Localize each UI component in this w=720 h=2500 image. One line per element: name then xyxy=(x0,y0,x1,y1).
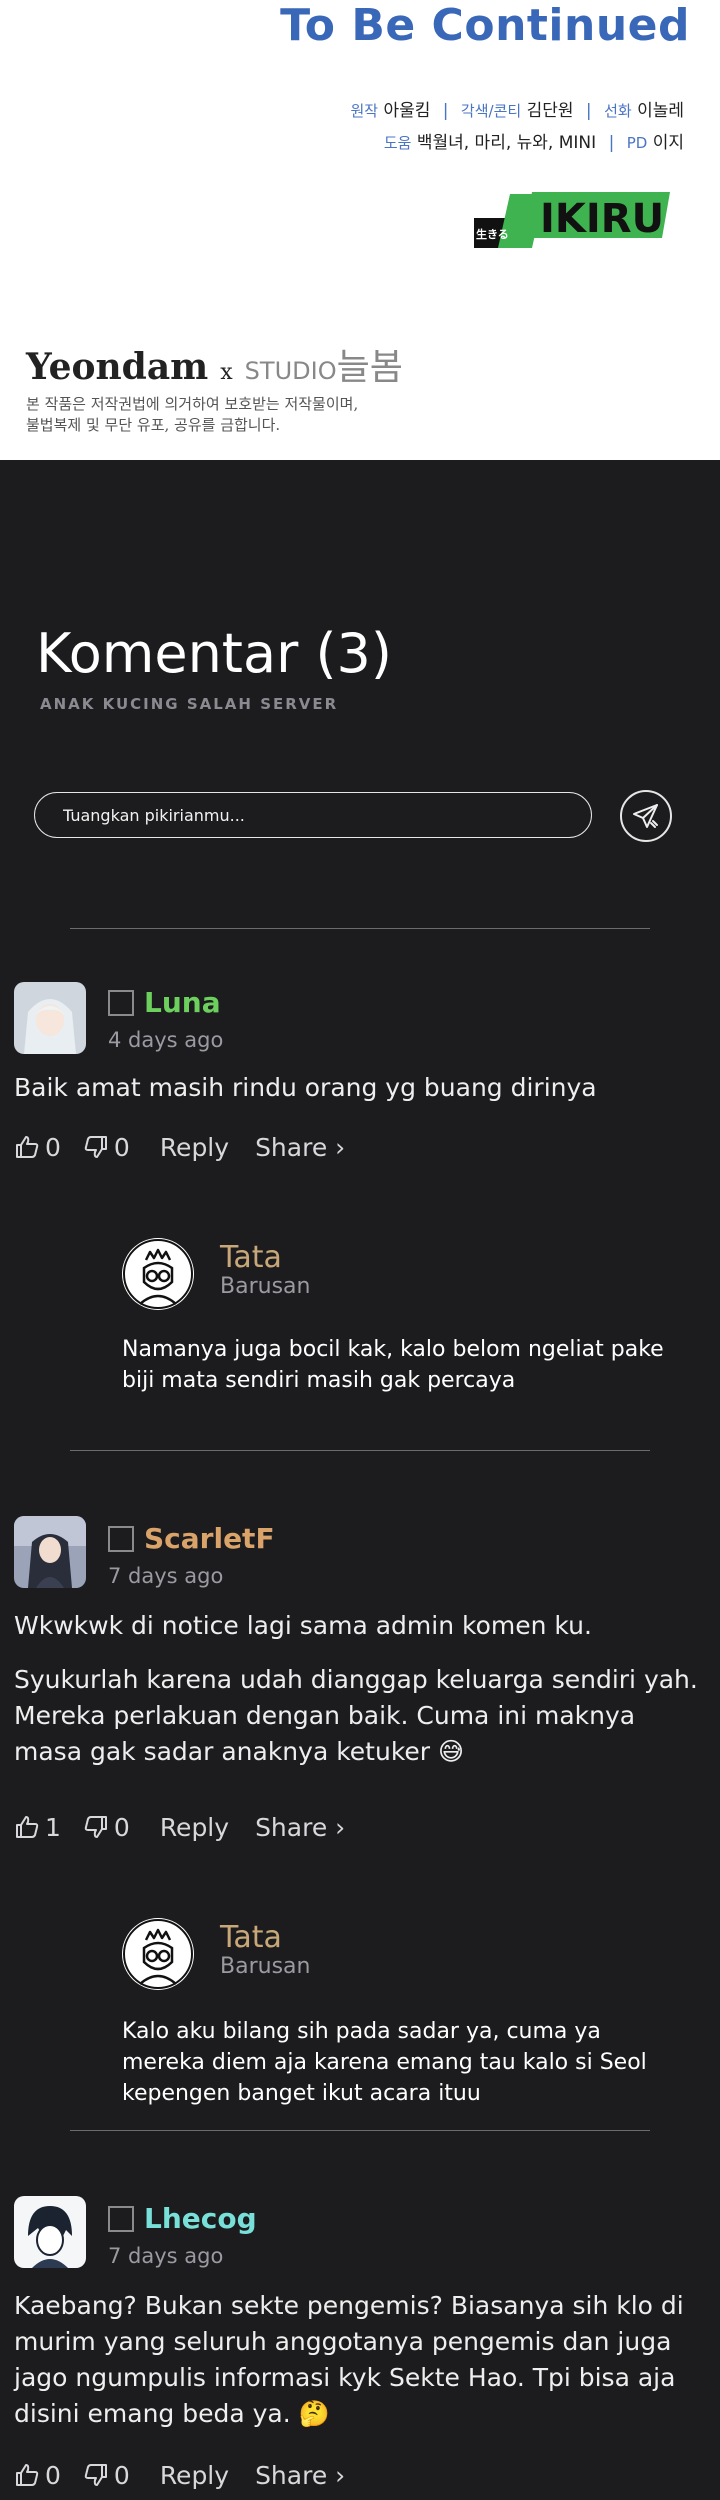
credit-separator: | xyxy=(608,133,615,153)
comment-actions: 0 0 Reply Share › xyxy=(14,1130,345,1164)
comment-username[interactable]: Lhecog xyxy=(144,2202,257,2235)
section-divider xyxy=(70,928,650,929)
comment-divider xyxy=(70,1450,650,1451)
thumbs-down-icon xyxy=(83,1814,109,1840)
comment-input-box[interactable] xyxy=(34,792,592,838)
reply-button[interactable]: Reply xyxy=(160,2461,229,2490)
credit-value: 이놀레 xyxy=(637,101,684,121)
copyright-notice: 본 작품은 저작권법에 의거하여 보호받는 저작물이며, 불법복제 및 무단 유… xyxy=(26,395,359,434)
send-paper-plane-icon xyxy=(631,801,661,831)
credits-line-1: 원작 아울킴 | 각색/콘티 김단원 | 선화 이놀레 xyxy=(350,96,684,121)
dislike-count: 0 xyxy=(113,1132,130,1162)
reply-time: Barusan xyxy=(220,1274,311,1299)
like-button[interactable] xyxy=(14,2462,40,2488)
comment-actions: 1 0 Reply Share › xyxy=(14,1810,345,1844)
reply-button[interactable]: Reply xyxy=(160,1133,229,1162)
credit-label: 원작 xyxy=(350,102,379,120)
ikiru-logo: 生きる IKIRU xyxy=(466,188,676,254)
dislike-count: 0 xyxy=(113,1812,130,1842)
dislike-count: 0 xyxy=(113,2460,130,2490)
comment-time: 7 days ago xyxy=(108,1564,224,1588)
thumbs-up-icon xyxy=(14,2462,40,2488)
send-button[interactable] xyxy=(620,790,672,842)
dislike-button[interactable] xyxy=(83,2462,109,2488)
reply-avatar[interactable] xyxy=(122,1238,194,1310)
comment-username[interactable]: Luna xyxy=(144,986,221,1019)
dislike-button[interactable] xyxy=(83,1134,109,1160)
credits-line-2: 도움 백월녀, 마리, 뉴와, MINI | PD 이지 xyxy=(384,128,684,153)
comments-panel xyxy=(0,460,720,2500)
credit-separator: | xyxy=(585,101,592,121)
credit-value: 이지 xyxy=(652,133,684,153)
comment-time: 4 days ago xyxy=(108,1028,224,1052)
comment-time: 7 days ago xyxy=(108,2244,224,2268)
studio-credits: Yeondam x STUDIO늘봄 xyxy=(26,338,403,390)
credit-label: 도움 xyxy=(383,134,412,152)
thumbs-down-icon xyxy=(83,1134,109,1160)
thumbs-down-icon xyxy=(83,2462,109,2488)
user-badge-checkbox xyxy=(108,990,134,1016)
to-be-continued-title: To Be Continued xyxy=(280,0,690,51)
credit-value: 김단원 xyxy=(526,101,574,121)
credit-label: PD xyxy=(626,134,648,152)
comments-subtitle: ANAK KUCING SALAH SERVER xyxy=(40,695,339,713)
share-button[interactable]: Share › xyxy=(255,2461,345,2490)
share-button[interactable]: Share › xyxy=(255,1813,345,1842)
neulbom-logo: 늘봄 xyxy=(336,347,403,388)
avatar[interactable] xyxy=(14,1516,86,1588)
user-badge-checkbox xyxy=(108,1526,134,1552)
credit-value: 아울킴 xyxy=(383,101,431,121)
reply-button[interactable]: Reply xyxy=(160,1813,229,1842)
like-button[interactable] xyxy=(14,1134,40,1160)
reply-text: Namanya juga bocil kak, kalo belom ngeli… xyxy=(122,1337,664,1393)
reply-text: Kalo aku bilang sih pada sadar ya, cuma … xyxy=(122,2019,647,2106)
yeondam-logo: Yeondam xyxy=(26,346,209,388)
comment-text: Baik amat masih rindu orang yg buang dir… xyxy=(14,1073,597,1102)
comment-text: Wkwkwk di notice lagi sama admin komen k… xyxy=(14,1611,698,1766)
thumbs-up-icon xyxy=(14,1134,40,1160)
dislike-button[interactable] xyxy=(83,1814,109,1840)
comments-title: Komentar (3) xyxy=(36,622,392,685)
user-badge-checkbox xyxy=(108,2206,134,2232)
credit-separator: | xyxy=(442,101,449,121)
like-button[interactable] xyxy=(14,1814,40,1840)
comment-input[interactable] xyxy=(61,793,565,838)
comment-actions: 0 0 Reply Share › xyxy=(14,2458,345,2492)
credit-value: 백월녀, 마리, 뉴와, MINI xyxy=(416,133,597,153)
collab-x: x xyxy=(220,360,233,385)
reply-time: Barusan xyxy=(220,1954,311,1979)
comment-divider xyxy=(70,2130,650,2131)
ikiru-logo-text: IKIRU xyxy=(540,196,664,242)
credit-label: 선화 xyxy=(604,102,632,120)
studio-label: STUDIO xyxy=(244,357,337,385)
avatar[interactable] xyxy=(14,2196,86,2268)
like-count: 1 xyxy=(45,1812,61,1842)
reply-avatar[interactable] xyxy=(122,1918,194,1990)
credit-label: 각색/콘티 xyxy=(460,102,522,120)
reply-username[interactable]: Tata xyxy=(220,1920,282,1955)
reply-username[interactable]: Tata xyxy=(220,1240,282,1275)
comment-text: Kaebang? Bukan sekte pengemis? Biasanya … xyxy=(14,2291,684,2428)
avatar[interactable] xyxy=(14,982,86,1054)
like-count: 0 xyxy=(45,2460,61,2490)
ikiru-logo-small-text: 生きる xyxy=(476,227,509,241)
thumbs-up-icon xyxy=(14,1814,40,1840)
comment-username[interactable]: ScarletF xyxy=(144,1522,275,1555)
like-count: 0 xyxy=(45,1132,61,1162)
share-button[interactable]: Share › xyxy=(255,1133,345,1162)
